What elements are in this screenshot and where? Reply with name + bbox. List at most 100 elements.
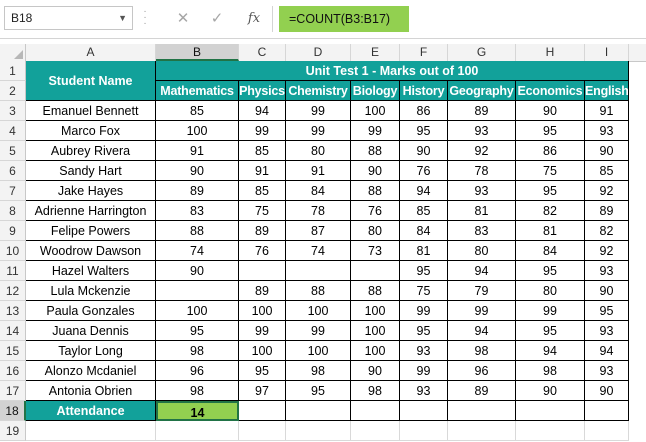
row-header-10[interactable]: 10	[0, 241, 26, 261]
mark-cell[interactable]: 89	[156, 181, 239, 201]
mark-cell[interactable]: 96	[156, 361, 239, 381]
student-name-cell[interactable]: Juana Dennis	[26, 321, 156, 341]
mark-cell[interactable]: 85	[239, 181, 286, 201]
mark-cell[interactable]: 95	[516, 181, 585, 201]
mark-cell[interactable]: 83	[448, 221, 516, 241]
empty-cell[interactable]	[448, 401, 516, 421]
mark-cell[interactable]: 93	[400, 341, 448, 361]
row-header-2[interactable]: 2	[0, 81, 26, 101]
name-box[interactable]: B18 ▼	[4, 6, 133, 30]
student-name-cell[interactable]: Taylor Long	[26, 341, 156, 361]
mark-cell[interactable]: 100	[286, 341, 351, 361]
row-header-14[interactable]: 14	[0, 321, 26, 341]
row-header-5[interactable]: 5	[0, 141, 26, 161]
row-header-6[interactable]: 6	[0, 161, 26, 181]
row-header-12[interactable]: 12	[0, 281, 26, 301]
mark-cell[interactable]: 99	[448, 301, 516, 321]
mark-cell[interactable]: 79	[448, 281, 516, 301]
mark-cell[interactable]: 81	[448, 201, 516, 221]
mark-cell[interactable]: 88	[351, 181, 400, 201]
mark-cell[interactable]: 98	[351, 381, 400, 401]
row-header-16[interactable]: 16	[0, 361, 26, 381]
mark-cell[interactable]: 80	[286, 141, 351, 161]
unit-test-header[interactable]: Unit Test 1 - Marks out of 100	[156, 61, 629, 81]
mark-cell[interactable]: 90	[585, 141, 629, 161]
mark-cell[interactable]: 94	[448, 261, 516, 281]
student-name-cell[interactable]: Alonzo Mcdaniel	[26, 361, 156, 381]
mark-cell[interactable]: 85	[239, 141, 286, 161]
mark-cell[interactable]: 76	[400, 161, 448, 181]
empty-cell[interactable]	[400, 421, 448, 441]
mark-cell[interactable]: 90	[351, 361, 400, 381]
student-name-cell[interactable]: Paula Gonzales	[26, 301, 156, 321]
row-header-1[interactable]: 1	[0, 61, 26, 81]
empty-cell[interactable]	[448, 421, 516, 441]
row-header-19[interactable]: 19	[0, 421, 26, 441]
mark-cell[interactable]: 97	[239, 381, 286, 401]
student-name-cell[interactable]: Aubrey Rivera	[26, 141, 156, 161]
empty-cell[interactable]	[156, 421, 239, 441]
mark-cell[interactable]: 99	[286, 121, 351, 141]
empty-cell[interactable]	[585, 421, 629, 441]
empty-cell[interactable]	[26, 421, 156, 441]
mark-cell[interactable]: 82	[516, 201, 585, 221]
mark-cell[interactable]	[239, 261, 286, 281]
mark-cell[interactable]: 99	[286, 101, 351, 121]
empty-cell[interactable]	[351, 421, 400, 441]
mark-cell[interactable]: 83	[156, 201, 239, 221]
mark-cell[interactable]: 82	[585, 221, 629, 241]
mark-cell[interactable]: 78	[286, 201, 351, 221]
mark-cell[interactable]: 89	[239, 281, 286, 301]
mark-cell[interactable]: 91	[156, 141, 239, 161]
mark-cell[interactable]: 86	[516, 141, 585, 161]
mark-cell[interactable]: 100	[351, 341, 400, 361]
subject-header-geography[interactable]: Geography	[448, 81, 516, 101]
mark-cell[interactable]: 93	[400, 381, 448, 401]
mark-cell[interactable]: 85	[585, 161, 629, 181]
mark-cell[interactable]: 95	[516, 121, 585, 141]
mark-cell[interactable]: 90	[516, 381, 585, 401]
student-name-cell[interactable]: Sandy Hart	[26, 161, 156, 181]
mark-cell[interactable]: 93	[585, 361, 629, 381]
select-all-corner[interactable]	[0, 44, 26, 61]
mark-cell[interactable]: 94	[400, 181, 448, 201]
mark-cell[interactable]: 88	[351, 141, 400, 161]
row-header-18[interactable]: 18	[0, 401, 26, 421]
mark-cell[interactable]: 98	[156, 381, 239, 401]
mark-cell[interactable]: 93	[585, 261, 629, 281]
mark-cell[interactable]: 94	[585, 341, 629, 361]
mark-cell[interactable]: 96	[448, 361, 516, 381]
mark-cell[interactable]: 98	[156, 341, 239, 361]
row-header-11[interactable]: 11	[0, 261, 26, 281]
mark-cell[interactable]: 99	[239, 121, 286, 141]
mark-cell[interactable]: 100	[239, 301, 286, 321]
subject-header-economics[interactable]: Economics	[516, 81, 585, 101]
mark-cell[interactable]: 91	[239, 161, 286, 181]
column-header-d[interactable]: D	[286, 44, 351, 61]
mark-cell[interactable]: 100	[351, 101, 400, 121]
mark-cell[interactable]: 93	[448, 121, 516, 141]
row-header-15[interactable]: 15	[0, 341, 26, 361]
mark-cell[interactable]: 94	[239, 101, 286, 121]
mark-cell[interactable]: 98	[448, 341, 516, 361]
mark-cell[interactable]: 95	[516, 261, 585, 281]
student-name-cell[interactable]: Woodrow Dawson	[26, 241, 156, 261]
mark-cell[interactable]: 90	[156, 261, 239, 281]
subject-header-history[interactable]: History	[400, 81, 448, 101]
student-name-header[interactable]: Student Name	[26, 61, 156, 101]
mark-cell[interactable]: 73	[351, 241, 400, 261]
mark-cell[interactable]	[351, 261, 400, 281]
student-name-cell[interactable]: Marco Fox	[26, 121, 156, 141]
mark-cell[interactable]: 90	[400, 141, 448, 161]
mark-cell[interactable]	[286, 261, 351, 281]
mark-cell[interactable]: 86	[400, 101, 448, 121]
subject-header-english[interactable]: English	[585, 81, 629, 101]
mark-cell[interactable]: 100	[351, 321, 400, 341]
mark-cell[interactable]: 74	[286, 241, 351, 261]
mark-cell[interactable]: 89	[448, 101, 516, 121]
mark-cell[interactable]: 85	[156, 101, 239, 121]
more-options-icon[interactable]: · · ·	[142, 7, 148, 29]
row-header-3[interactable]: 3	[0, 101, 26, 121]
chevron-down-icon[interactable]: ▼	[118, 7, 127, 29]
mark-cell[interactable]: 99	[351, 121, 400, 141]
